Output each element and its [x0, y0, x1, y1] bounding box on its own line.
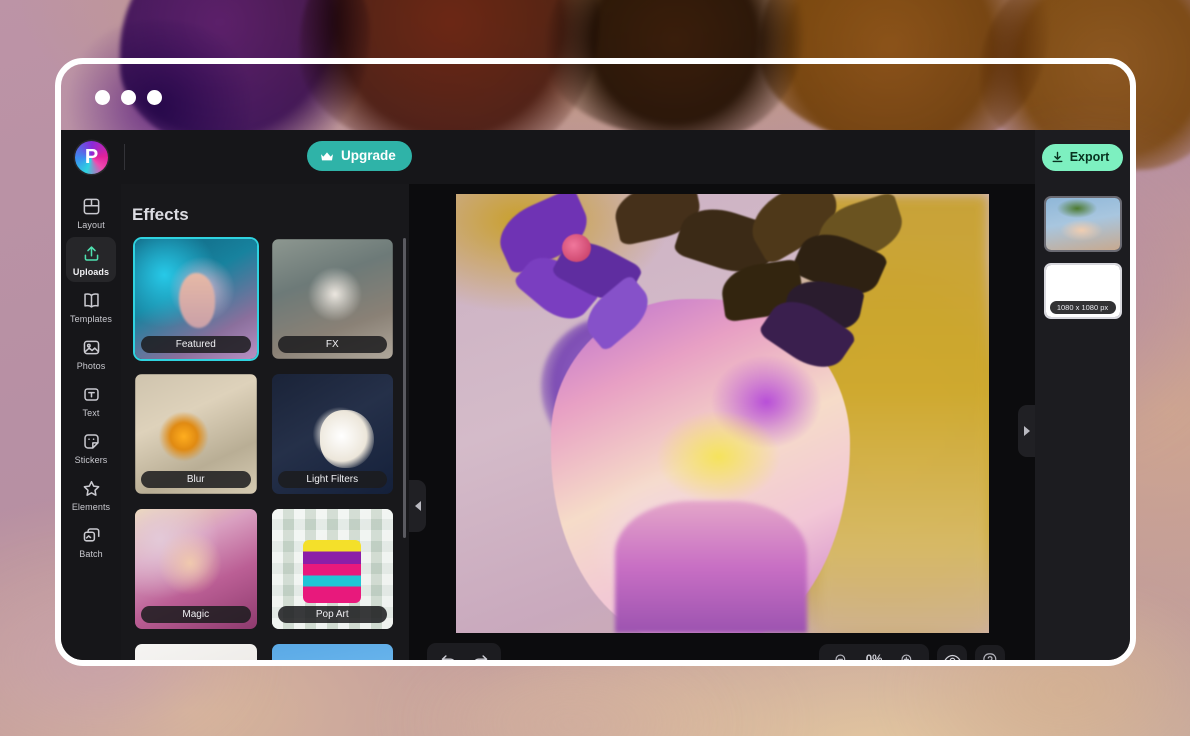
layout-icon — [83, 198, 99, 215]
photo-icon — [83, 340, 99, 355]
help-button[interactable] — [975, 645, 1005, 660]
canvas-size-badge: 1080 x 1080 px — [1049, 301, 1116, 314]
effect-card-blur[interactable]: Blur — [133, 372, 259, 496]
effect-card-label: Magic — [141, 606, 251, 623]
upgrade-button[interactable]: Upgrade — [307, 141, 412, 171]
sidebar-label-templates: Templates — [70, 314, 112, 324]
download-icon — [1052, 151, 1063, 162]
sidebar-label-batch: Batch — [79, 549, 103, 559]
zoom-level-value: 0% — [865, 654, 883, 660]
layers-panel: 1080 x 1080 px — [1035, 184, 1130, 660]
zoom-out-icon — [834, 653, 845, 660]
zoom-controls: 0% — [819, 644, 929, 660]
export-button[interactable]: Export — [1041, 143, 1124, 171]
sidebar-label-stickers: Stickers — [74, 455, 108, 465]
tool-rail: Layout Uploads Templates Photos Text Sti… — [61, 184, 121, 660]
effect-card-label: Featured — [141, 336, 251, 353]
effect-card-label: Pop Art — [277, 606, 387, 623]
sidebar-item-batch[interactable]: Batch — [66, 519, 116, 564]
effect-card-label: FX — [277, 336, 387, 353]
batch-icon — [83, 528, 99, 542]
effect-thumbnail — [271, 644, 393, 660]
sidebar-item-uploads[interactable]: Uploads — [66, 237, 116, 282]
canvas-stage: 0% — [409, 184, 1035, 660]
layer-item-image[interactable] — [1043, 196, 1122, 252]
effect-card-magic[interactable]: Magic — [133, 507, 259, 631]
star-icon — [83, 480, 99, 496]
help-icon — [983, 653, 997, 660]
artboard[interactable] — [455, 194, 989, 633]
zoom-in-button[interactable] — [893, 648, 921, 660]
layer-item-canvas[interactable]: 1080 x 1080 px — [1043, 263, 1122, 319]
sidebar-label-photos: Photos — [76, 361, 106, 371]
sidebar-item-stickers[interactable]: Stickers — [66, 425, 116, 470]
redo-icon — [474, 654, 487, 660]
sticker-icon — [83, 434, 99, 449]
effect-card-label: Blur — [141, 471, 251, 488]
effect-card-light-filters[interactable]: Light Filters — [270, 372, 396, 496]
topbar-divider — [124, 144, 125, 170]
effect-card-featured[interactable]: Featured — [133, 237, 259, 361]
canvas-toolbar: 0% — [409, 633, 1035, 660]
text-icon — [83, 388, 99, 401]
effect-card-label: Light Filters — [277, 471, 387, 488]
sidebar-label-text: Text — [82, 408, 100, 418]
effects-scrollbar[interactable] — [403, 238, 406, 654]
logo-letter: P — [84, 145, 99, 168]
upload-icon — [84, 246, 98, 261]
layer-thumbnail — [1045, 198, 1120, 250]
view-controls: 0% — [819, 644, 1005, 660]
upgrade-label: Upgrade — [341, 148, 396, 164]
sidebar-label-elements: Elements — [71, 502, 111, 512]
browser-window: P Upgrade Export Layout Uploads Template… — [55, 58, 1136, 666]
picsart-editor-app: P Upgrade Export Layout Uploads Template… — [61, 130, 1130, 660]
app-body: Layout Uploads Templates Photos Text Sti… — [61, 184, 1130, 660]
preview-button[interactable] — [937, 645, 967, 660]
effect-thumbnail — [135, 644, 257, 660]
sidebar-item-templates[interactable]: Templates — [66, 284, 116, 329]
artwork-neck — [615, 501, 808, 633]
effect-card-fx[interactable]: FX — [270, 237, 396, 361]
effects-grid: Featured FX Blur Light Filters Magic Pop… — [121, 237, 409, 660]
export-bar: Export — [1035, 130, 1130, 184]
app-topbar: P Upgrade Export — [61, 130, 1130, 184]
sidebar-item-layout[interactable]: Layout — [66, 190, 116, 235]
sidebar-label-layout: Layout — [77, 220, 105, 230]
effect-card-pop-art[interactable]: Pop Art — [270, 507, 396, 631]
effect-card-8[interactable] — [270, 642, 396, 660]
zoom-in-icon — [900, 653, 911, 660]
effect-card-7[interactable] — [133, 642, 259, 660]
background-blob — [420, 660, 720, 736]
undo-icon — [441, 654, 454, 660]
chevron-left-icon — [414, 501, 421, 511]
collapse-left-panel-handle[interactable] — [409, 480, 426, 532]
collapse-right-panel-handle[interactable] — [1018, 405, 1035, 457]
crown-icon — [321, 151, 333, 160]
maximize-dot[interactable] — [147, 89, 162, 105]
sidebar-item-photos[interactable]: Photos — [66, 331, 116, 376]
zoom-out-button[interactable] — [827, 648, 855, 660]
chevron-right-icon — [1023, 426, 1030, 436]
templates-icon — [83, 293, 99, 308]
canvas-area[interactable] — [409, 184, 1035, 633]
minimize-dot[interactable] — [121, 89, 136, 105]
effects-panel: Effects Featured FX Blur Light Filters M… — [121, 184, 409, 660]
redo-button[interactable] — [466, 648, 494, 660]
picsart-logo[interactable]: P — [75, 140, 108, 174]
sidebar-item-text[interactable]: Text — [66, 378, 116, 423]
window-titlebar — [61, 64, 1130, 130]
panel-title: Effects — [132, 205, 189, 224]
eye-icon — [943, 654, 961, 660]
export-label: Export — [1069, 149, 1110, 164]
close-dot[interactable] — [95, 89, 110, 105]
undo-button[interactable] — [434, 648, 462, 660]
history-controls — [427, 643, 501, 660]
sidebar-item-elements[interactable]: Elements — [66, 472, 116, 517]
sidebar-label-uploads: Uploads — [72, 267, 110, 277]
